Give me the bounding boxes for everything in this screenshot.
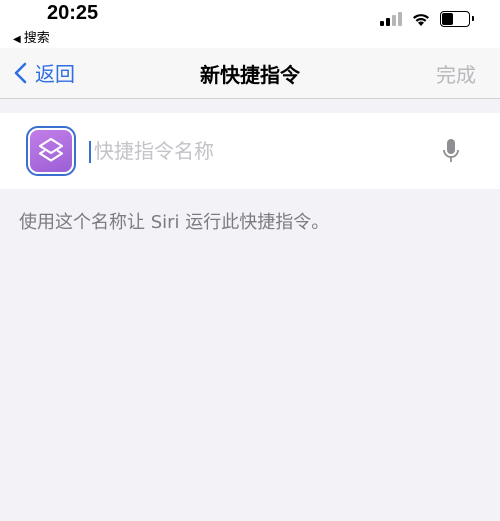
shortcut-name-row bbox=[0, 113, 500, 189]
shortcut-name-input[interactable] bbox=[94, 136, 414, 166]
navigation-bar: 返回 新快捷指令 完成 bbox=[0, 48, 500, 99]
text-cursor bbox=[89, 141, 91, 163]
status-icons bbox=[380, 11, 474, 27]
siri-hint-text: 使用这个名称让 Siri 运行此快捷指令。 bbox=[19, 212, 330, 233]
done-button[interactable]: 完成 bbox=[436, 59, 476, 88]
status-time: 20:25 bbox=[47, 2, 99, 24]
wifi-icon bbox=[413, 13, 429, 26]
status-bar: 20:25 ◀ 搜索 bbox=[0, 0, 500, 48]
page-title: 新快捷指令 bbox=[200, 63, 300, 87]
back-triangle-icon: ◀ bbox=[13, 34, 21, 45]
shortcut-icon-button[interactable] bbox=[26, 126, 76, 176]
shortcuts-layers-icon bbox=[38, 137, 64, 162]
microphone-icon[interactable] bbox=[441, 138, 461, 164]
cellular-signal-icon bbox=[380, 12, 402, 26]
battery-icon bbox=[440, 11, 474, 27]
back-to-app-link[interactable]: ◀ 搜索 bbox=[13, 27, 50, 46]
back-to-app-label: 搜索 bbox=[23, 31, 50, 46]
shortcut-icon-tile bbox=[30, 130, 72, 172]
